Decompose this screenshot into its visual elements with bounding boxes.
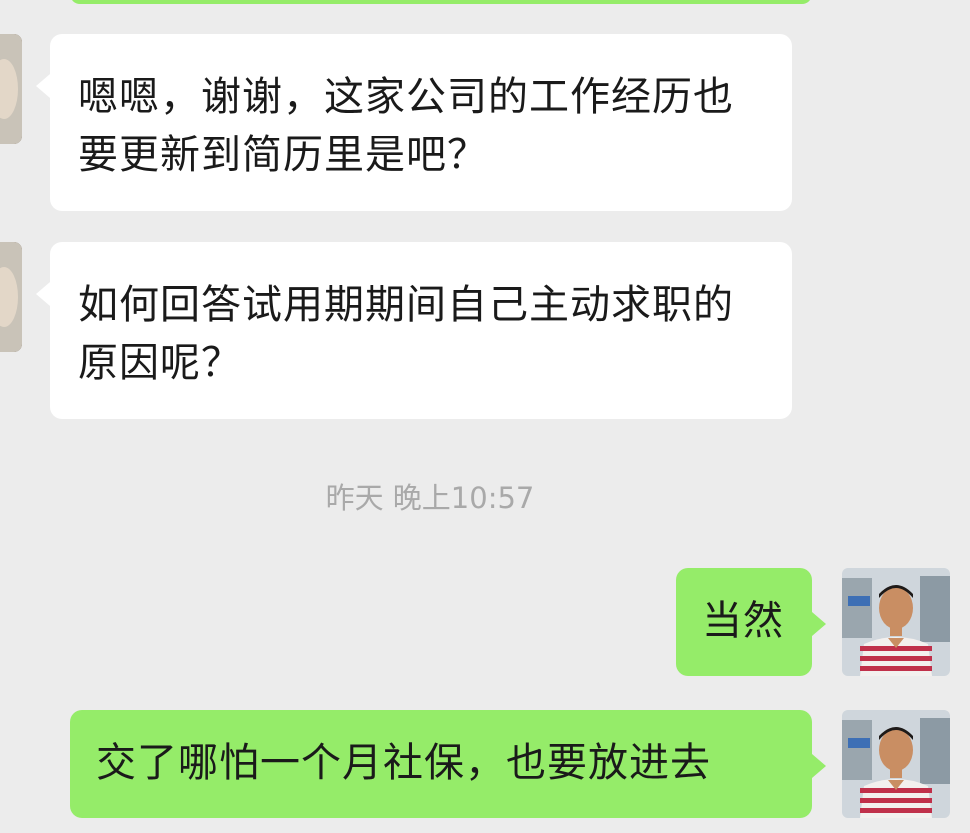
incoming-message-bubble[interactable]: 嗯嗯，谢谢，这家公司的工作经历也要更新到简历里是吧？ (36, 34, 792, 211)
message-timestamp: 昨天 晚上10:57 (325, 481, 535, 515)
chat-conversation: 嗯嗯，谢谢，这家公司的工作经历也要更新到简历里是吧？ 如何回答试用期期间自己主动… (0, 0, 970, 833)
contact-avatar-icon[interactable] (0, 242, 22, 352)
contact-avatar-icon[interactable] (0, 34, 22, 144)
message-text: 嗯嗯，谢谢，这家公司的工作经历也要更新到简历里是吧？ (78, 74, 734, 178)
message-text: 如何回答试用期期间自己主动求职的原因呢？ (78, 282, 734, 386)
user-avatar-icon[interactable] (842, 710, 950, 818)
incoming-message-bubble[interactable]: 如何回答试用期期间自己主动求职的原因呢？ (36, 242, 792, 419)
previous-message-bubble-edge (70, 0, 812, 4)
outgoing-message-bubble[interactable]: 当然 (676, 568, 826, 676)
user-avatar-icon[interactable] (842, 568, 950, 676)
outgoing-message-bubble[interactable]: 交了哪怕一个月社保，也要放进去 (70, 710, 826, 818)
message-text: 当然 (702, 598, 784, 644)
message-text: 交了哪怕一个月社保，也要放进去 (96, 740, 711, 786)
